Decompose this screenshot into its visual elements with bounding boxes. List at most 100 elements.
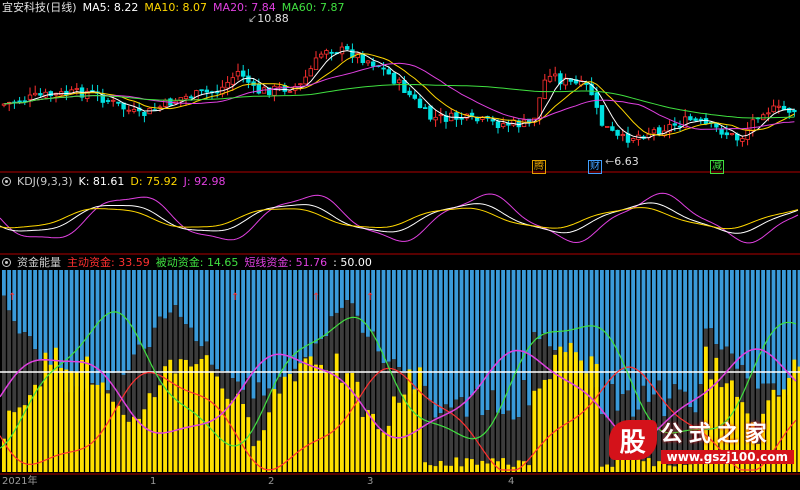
fund-bar-blue	[423, 270, 427, 386]
fund-bar-blue	[683, 270, 687, 392]
event-flag-jian[interactable]: 减	[710, 160, 724, 174]
fund-bar-yellow	[137, 418, 141, 472]
fund-bar-blue	[59, 270, 63, 374]
candle-body	[225, 81, 230, 89]
fund-bar-blue	[137, 270, 141, 345]
fund-bar-yellow	[272, 389, 277, 472]
fund-bar-blue	[766, 270, 771, 384]
fund-bar-blue	[464, 270, 469, 417]
fund-bar-yellow	[532, 390, 537, 472]
fund-bar-yellow	[246, 417, 251, 472]
fund-bar-yellow	[470, 459, 474, 472]
candle-body	[339, 46, 345, 55]
candle-body	[370, 61, 376, 67]
fund-bar-yellow	[376, 429, 381, 472]
candle-body	[365, 60, 371, 64]
passive-fund-readout: 被动资金: 14.65	[155, 256, 239, 269]
fund-bar-yellow	[485, 463, 490, 472]
candle-body	[672, 123, 677, 126]
candle-body	[308, 68, 313, 77]
fund-bar-blue	[454, 270, 459, 400]
ma60-readout: MA60: 7.87	[281, 1, 345, 14]
fund-bar-blue	[28, 270, 32, 337]
fund-bar-yellow	[454, 457, 459, 472]
fund-bar-gray	[485, 410, 490, 472]
candle-body	[428, 105, 433, 120]
fund-bar-yellow	[584, 373, 589, 472]
candle-body	[615, 129, 620, 136]
fund-bar-yellow	[475, 464, 479, 472]
main-panel-header: 宜安科技(日线) MA5: 8.22 MA10: 8.07 MA20: 7.84…	[2, 1, 344, 14]
candle-body	[438, 114, 443, 117]
candle-body	[781, 105, 787, 111]
fund-bar-blue	[199, 270, 204, 347]
candle-body	[324, 50, 329, 55]
candle-body	[204, 89, 209, 93]
candle-body	[396, 79, 402, 84]
time-axis-label: 2	[268, 476, 275, 487]
candle-body	[547, 75, 553, 82]
kdj-k-line	[0, 202, 799, 234]
candle-body	[318, 53, 324, 58]
fund-bar-blue	[449, 270, 453, 408]
fund-bar-yellow	[152, 397, 157, 472]
candle-body	[27, 94, 33, 100]
candle-body	[116, 101, 121, 104]
fund-bar-blue	[142, 270, 147, 349]
kdj-panel-header: KDJ(9,3,3) K: 81.61 D: 75.92 J: 92.98	[2, 175, 226, 188]
kdj-d-readout: D: 75.92	[130, 175, 178, 188]
fund-bar-blue	[246, 270, 251, 379]
fund-bar-blue	[251, 270, 256, 399]
fund-bar-yellow	[178, 359, 183, 472]
fund-bar-blue	[735, 270, 739, 369]
fund-bar-yellow	[59, 367, 63, 472]
fund-bar-yellow	[199, 358, 204, 472]
fund-bar-blue	[610, 270, 615, 385]
fund-bar-yellow	[147, 393, 152, 472]
candle-body	[688, 116, 693, 121]
fund-bar-yellow	[121, 414, 126, 472]
candle-body	[142, 111, 147, 117]
event-flag-teng[interactable]: 腾	[532, 160, 546, 174]
fund-bar-blue	[355, 270, 360, 316]
fund-bar-yellow	[324, 370, 329, 472]
fund-bar-yellow	[600, 466, 604, 472]
fund-panel-header: 资金能量 主动资金: 33.59 被动资金: 14.65 短线资金: 51.76…	[2, 256, 372, 269]
kdj-gear-icon[interactable]	[2, 177, 11, 186]
fund-bar-blue	[184, 270, 188, 325]
fund-bar-blue	[667, 270, 672, 399]
fund-bar-blue	[750, 270, 755, 372]
fund-bar-yellow	[506, 464, 511, 472]
main-fund-readout: 主动资金: 33.59	[67, 256, 150, 269]
watermark-logo: 股 公式之家 www.gszj100.com	[608, 416, 794, 464]
fund-bar-blue	[121, 270, 126, 375]
fund-bar-blue	[709, 270, 713, 329]
fund-bar-gray	[511, 419, 516, 472]
candle-body	[74, 88, 79, 90]
fund-bar-blue	[558, 270, 563, 351]
fund-bar-blue	[230, 270, 235, 379]
candle-body	[500, 123, 506, 128]
fund-gear-icon[interactable]	[2, 258, 11, 267]
fund-bar-yellow	[594, 363, 599, 472]
fund-bar-blue	[511, 270, 516, 420]
fund-bar-yellow	[74, 372, 79, 472]
event-flag-cai[interactable]: 财	[588, 160, 602, 174]
fund-bar-blue	[496, 270, 500, 413]
fund-bar-blue	[7, 270, 11, 311]
fund-bar-blue	[641, 270, 646, 386]
level-readout: : 50.00	[333, 256, 372, 269]
candle-body	[230, 77, 235, 85]
fund-bar-blue	[730, 270, 734, 354]
fund-bar-gray	[600, 413, 604, 472]
fund-bar-yellow	[230, 400, 235, 472]
fund-bar-yellow	[241, 404, 245, 472]
fund-bar-blue	[324, 270, 329, 337]
candle-body	[17, 100, 22, 103]
candle-body	[381, 67, 386, 70]
fund-bar-blue	[693, 270, 698, 413]
fund-bar-blue	[314, 270, 318, 344]
fund-bar-blue	[168, 270, 173, 313]
fund-bar-blue	[756, 270, 760, 389]
fund-bar-blue	[225, 270, 230, 373]
